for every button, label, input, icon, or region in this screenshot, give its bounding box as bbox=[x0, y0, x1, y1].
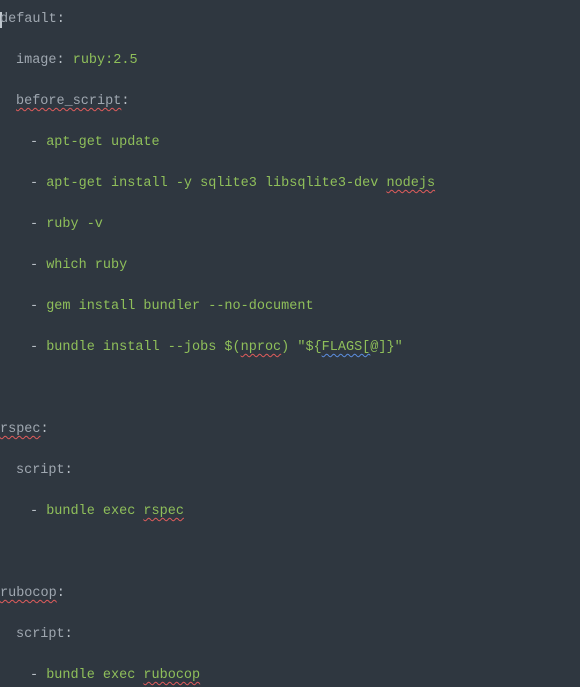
blank-line bbox=[0, 605, 580, 626]
code-line: rubocop: bbox=[0, 584, 580, 605]
blank-line bbox=[0, 318, 580, 339]
blank-line bbox=[0, 482, 580, 503]
blank-line bbox=[0, 646, 580, 667]
code-line: - ruby -v bbox=[0, 215, 580, 236]
code-line: rspec: bbox=[0, 420, 580, 441]
code-line: - bundle exec rspec bbox=[0, 502, 580, 523]
code-line: - apt-get install -y sqlite3 libsqlite3-… bbox=[0, 174, 580, 195]
code-line: - apt-get update bbox=[0, 133, 580, 154]
code-line: - which ruby bbox=[0, 256, 580, 277]
blank-line bbox=[0, 236, 580, 257]
code-line: - bundle install --jobs $(nproc) "${FLAG… bbox=[0, 338, 580, 359]
blank-line bbox=[0, 359, 580, 380]
code-line: script: bbox=[0, 625, 580, 646]
code-editor[interactable]: default: image: ruby:2.5 before_script: … bbox=[0, 10, 580, 687]
blank-line bbox=[0, 31, 580, 52]
blank-line bbox=[0, 400, 580, 421]
blank-line bbox=[0, 277, 580, 298]
blank-line bbox=[0, 195, 580, 216]
code-line: default: bbox=[0, 10, 580, 31]
blank-line bbox=[0, 441, 580, 462]
blank-line bbox=[0, 564, 580, 585]
blank-line bbox=[0, 154, 580, 175]
code-line: - bundle exec rubocop bbox=[0, 666, 580, 687]
code-line: image: ruby:2.5 bbox=[0, 51, 580, 72]
blank-line bbox=[0, 113, 580, 134]
code-line: before_script: bbox=[0, 92, 580, 113]
blank-line bbox=[0, 523, 580, 544]
code-line: script: bbox=[0, 461, 580, 482]
code-line: - gem install bundler --no-document bbox=[0, 297, 580, 318]
blank-line bbox=[0, 543, 580, 564]
blank-line bbox=[0, 379, 580, 400]
blank-line bbox=[0, 72, 580, 93]
